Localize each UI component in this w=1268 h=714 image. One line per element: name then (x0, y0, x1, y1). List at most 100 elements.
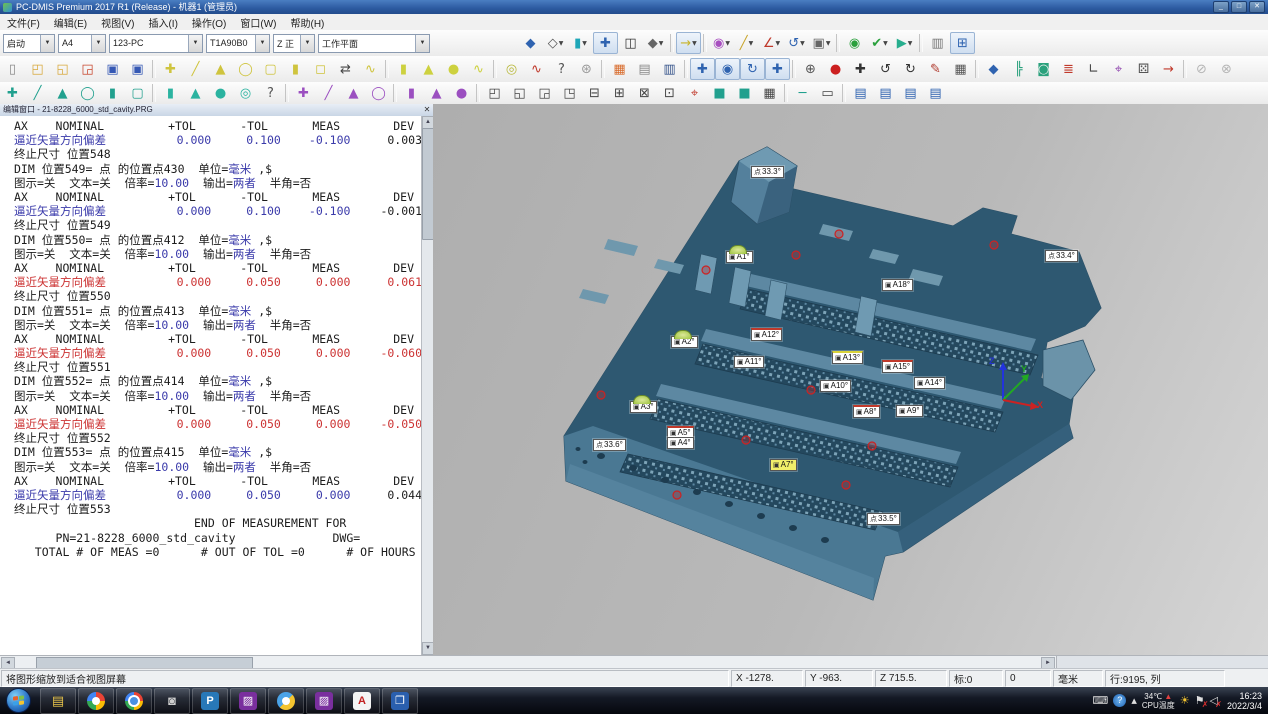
report-win-4-icon[interactable]: ▤ (923, 82, 948, 104)
window-layout-icon[interactable]: ⊞ (950, 32, 975, 54)
solid-cube-a-icon[interactable]: ■ (707, 82, 732, 104)
solid-cylinder-icon[interactable]: ▮ (391, 58, 416, 80)
rect-view-icon[interactable]: ▭ (815, 82, 840, 104)
taskbar-camera-app[interactable]: ◙ (154, 688, 190, 714)
report-win-3-icon[interactable]: ▤ (898, 82, 923, 104)
view-cube-front-icon[interactable]: ◲ (532, 82, 557, 104)
feature-tag-A10[interactable]: ▣A10° (820, 380, 851, 392)
taskbar-browser-360[interactable] (78, 688, 114, 714)
feature-tag-A4[interactable]: ▣A4° (667, 437, 694, 449)
save-as-icon[interactable]: ▣ (125, 58, 150, 80)
measured-notch-icon[interactable]: ⇄ (333, 58, 358, 80)
cons-help-icon[interactable]: ? (258, 82, 283, 104)
editor-line[interactable]: AX NOMINAL+TOL-TOLMEASDEV (0, 403, 422, 417)
cad-solid-icon[interactable]: ◆▼ (643, 32, 668, 54)
gage-scan-icon[interactable]: ◎ (499, 58, 524, 80)
measured-square-slot-icon[interactable]: ◻ (308, 58, 333, 80)
graphics-mode-icon[interactable]: ◆ (518, 32, 543, 54)
taskbar-cad-app-1[interactable]: ▨ (230, 688, 266, 714)
view-scale-icon[interactable]: ✚ (765, 58, 790, 80)
disabled-a-icon[interactable]: ⊘ (1189, 58, 1214, 80)
auto-circle-icon[interactable]: ◯ (366, 82, 391, 104)
feature-tag-A3[interactable]: ▣A3° (630, 401, 657, 413)
open-file-icon[interactable]: ◰ (25, 58, 50, 80)
feature-tag-A15[interactable]: ▣A15° (882, 360, 913, 373)
rotate-dice-icon[interactable]: ⚄ (1131, 58, 1156, 80)
cad-part-icon[interactable]: ◆ (981, 58, 1006, 80)
marked-check-icon[interactable]: ✔▼ (867, 32, 892, 54)
editor-line[interactable]: END OF MEASUREMENT FOR (0, 516, 422, 530)
view-cube-axon-icon[interactable]: ⊡ (657, 82, 682, 104)
keyboard-icon[interactable]: ⌨ (1092, 694, 1108, 707)
scan-help-icon[interactable]: ? (549, 58, 574, 80)
feature-tag-33.6[interactable]: 点33.6° (593, 439, 626, 451)
view-sphere-icon[interactable]: ◉ (715, 58, 740, 80)
editor-line[interactable]: AX NOMINAL+TOL-TOLMEASDEV (0, 261, 422, 275)
dropdown-arrow-icon[interactable]: ▼ (749, 40, 754, 47)
probe-target-icon[interactable]: ⌖ (682, 82, 707, 104)
menu-item[interactable]: 编辑(E) (47, 15, 94, 30)
auto-point-icon[interactable]: ✚ (291, 82, 316, 104)
start-button[interactable] (6, 688, 31, 713)
feature-tag-A7[interactable]: ▣A7° (770, 459, 797, 471)
measured-round-slot-icon[interactable]: ▢ (258, 58, 283, 80)
auto-plane-icon[interactable]: ▲ (341, 82, 366, 104)
goto-position-icon[interactable]: →▼ (676, 32, 701, 54)
probed-slot-icon[interactable]: ▢ (125, 82, 150, 104)
execute-play-icon[interactable]: ▶▼ (892, 32, 917, 54)
editor-line[interactable]: 逼近矢量方向偏差0.0000.0500.0000.061 (0, 275, 422, 289)
probe-lamp-icon[interactable]: ⌖ (1106, 58, 1131, 80)
dropdown-arrow-icon[interactable]: ▼ (776, 40, 781, 47)
rotate-2d-icon[interactable]: ↺ (873, 58, 898, 80)
editor-line[interactable]: DIM 位置549= 点 的位置点430 单位=毫米 ,$ (0, 162, 422, 176)
feature-tag-A9[interactable]: ▣A9° (896, 405, 923, 417)
feature-tag-A14[interactable]: ▣A14° (914, 377, 945, 389)
probe-mode-icon[interactable]: ▮▼ (568, 32, 593, 54)
probed-plane-icon[interactable]: ▲ (50, 82, 75, 104)
editor-line[interactable]: DIM 位置550= 点 的位置点412 单位=毫米 ,$ (0, 233, 422, 247)
chevron-down-icon[interactable]: ▼ (40, 35, 54, 52)
feature-tag-A18[interactable]: ▣A18° (882, 279, 913, 291)
editor-line[interactable]: 逼近矢量方向偏差0.0000.100-0.1000.003 (0, 133, 422, 147)
view-cube-left-icon[interactable]: ◰ (482, 82, 507, 104)
tip-select-combo[interactable]: 123-PC▼ (109, 34, 203, 53)
dropdown-arrow-icon[interactable]: ▼ (908, 40, 913, 47)
graphics-view[interactable]: 点33.3°▣A1°点33.4°▣A18°▣A2°▣A12°▣A11°▣A13°… (433, 104, 1268, 655)
view-cube-right-icon[interactable]: ◱ (507, 82, 532, 104)
help-tray-icon[interactable]: ? (1113, 694, 1126, 707)
editor-line[interactable]: 逼近矢量方向偏差0.0000.100-0.100-0.001 (0, 204, 422, 218)
mesh-sphere-icon[interactable]: ⊛ (574, 58, 599, 80)
editor-line[interactable]: 图示=关 文本=关 倍率=10.00 输出=两者 半角=否 (0, 318, 422, 332)
editor-line[interactable]: DIM 位置551= 点 的位置点413 单位=毫米 ,$ (0, 303, 422, 317)
chevron-down-icon[interactable]: ▼ (188, 35, 202, 52)
disabled-b-icon[interactable]: ⊗ (1214, 58, 1239, 80)
report-win-2-icon[interactable]: ▤ (873, 82, 898, 104)
cons-cone-icon[interactable]: ▲ (183, 82, 208, 104)
feature-tag-33.4[interactable]: 点33.4° (1045, 250, 1078, 262)
editor-line[interactable]: 图示=关 文本=关 倍率=10.00 输出=两者 半角=否 (0, 247, 422, 261)
measured-point-icon[interactable]: ✚ (158, 58, 183, 80)
file-import-icon[interactable]: ◱ (50, 58, 75, 80)
solid-sphere-icon[interactable]: ● (441, 58, 466, 80)
editor-line[interactable]: AX NOMINAL+TOL-TOLMEASDEV (0, 332, 422, 346)
taskbar-pdf-reader[interactable]: A (344, 688, 380, 714)
cad-wireframe-icon[interactable]: ◇▼ (543, 32, 568, 54)
editor-line[interactable]: 图示=关 文本=关 倍率=10.00 输出=两者 半角=否 (0, 460, 422, 474)
red-sphere-icon[interactable]: ● (823, 58, 848, 80)
editor-line[interactable]: AX NOMINAL+TOL-TOLMEASDEV (0, 474, 422, 488)
probe-file-combo[interactable]: A4▼ (58, 34, 106, 53)
minimize-button[interactable]: _ (1213, 1, 1229, 13)
feature-tag-A11[interactable]: ▣A11° (734, 356, 764, 368)
solid-curve-icon[interactable]: ∿ (466, 58, 491, 80)
camera-icon[interactable]: ◙ (1031, 58, 1056, 80)
dim-location-icon[interactable]: ╱▼ (734, 32, 759, 54)
menu-item[interactable]: 帮助(H) (283, 15, 331, 30)
edit-window-content[interactable]: AX NOMINAL+TOL-TOLMEASDEV逼近矢量方向偏差0.0000.… (0, 116, 422, 655)
dropdown-arrow-icon[interactable]: ▼ (659, 40, 664, 47)
view-rotate-icon[interactable]: ↻ (740, 58, 765, 80)
speaker-muted-icon[interactable]: ◁ (1209, 694, 1217, 707)
editor-line[interactable]: 逼近矢量方向偏差0.0000.0500.000-0.060 (0, 346, 422, 360)
cons-cylinder-icon[interactable]: ▮ (158, 82, 183, 104)
measured-curve-icon[interactable]: ∿ (358, 58, 383, 80)
probed-cylinder-icon[interactable]: ▮ (100, 82, 125, 104)
